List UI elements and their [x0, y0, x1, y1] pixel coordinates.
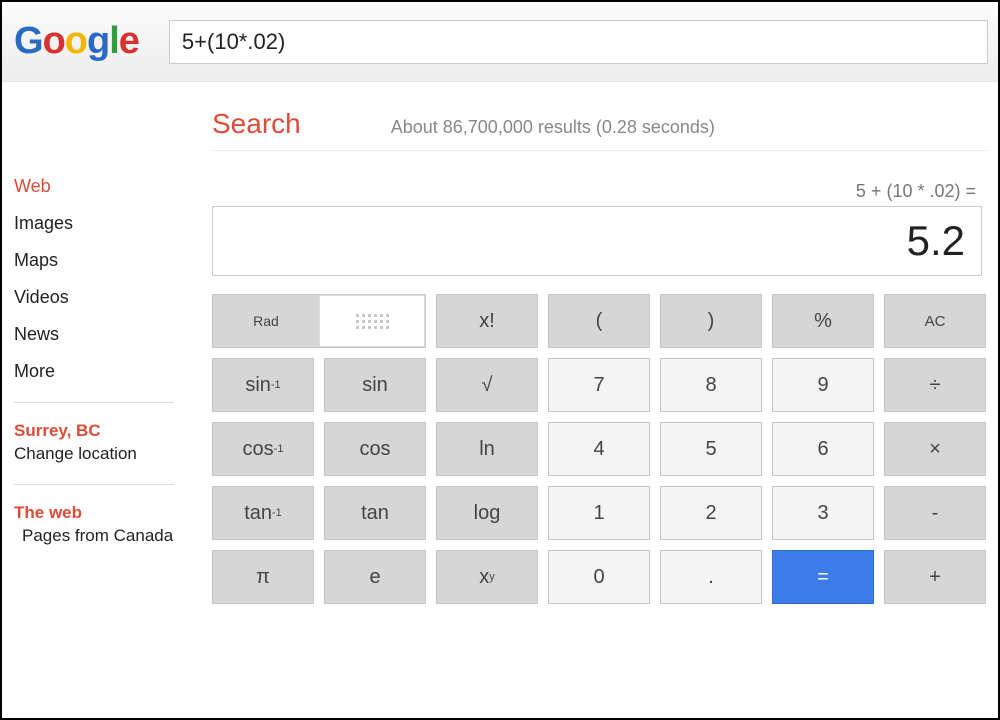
page-title: Search — [212, 108, 301, 140]
digit-2[interactable]: 2 — [660, 486, 762, 540]
equals-button[interactable]: = — [772, 550, 874, 604]
digit-8[interactable]: 8 — [660, 358, 762, 412]
digit-9[interactable]: 9 — [772, 358, 874, 412]
scope-sub[interactable]: Pages from Canada — [22, 526, 202, 546]
search-input[interactable] — [169, 20, 988, 64]
nav-images[interactable]: Images — [14, 213, 202, 234]
nav-news[interactable]: News — [14, 324, 202, 345]
calc-expression: 5 + (10 * .02) = — [212, 181, 982, 202]
e-button[interactable]: e — [324, 550, 426, 604]
factorial-button[interactable]: x! — [436, 294, 538, 348]
sin-button[interactable]: sin — [324, 358, 426, 412]
rad-deg-toggle[interactable]: Rad — [212, 294, 426, 348]
acos-button[interactable]: cos-1 — [212, 422, 314, 476]
log-button[interactable]: log — [436, 486, 538, 540]
ln-button[interactable]: ln — [436, 422, 538, 476]
result-stats: About 86,700,000 results (0.28 seconds) — [391, 117, 715, 138]
multiply-button[interactable]: × — [884, 422, 986, 476]
nav-more[interactable]: More — [14, 361, 202, 382]
lparen-button[interactable]: ( — [548, 294, 650, 348]
atan-button[interactable]: tan-1 — [212, 486, 314, 540]
add-button[interactable]: + — [884, 550, 986, 604]
rparen-button[interactable]: ) — [660, 294, 762, 348]
nav-videos[interactable]: Videos — [14, 287, 202, 308]
google-logo[interactable]: Google — [14, 20, 139, 63]
ac-button[interactable]: AC — [884, 294, 986, 348]
divide-button[interactable]: ÷ — [884, 358, 986, 412]
scope-title[interactable]: The web — [14, 503, 202, 523]
digit-0[interactable]: 0 — [548, 550, 650, 604]
digit-6[interactable]: 6 — [772, 422, 874, 476]
sqrt-button[interactable]: √ — [436, 358, 538, 412]
power-button[interactable]: xy — [436, 550, 538, 604]
digit-7[interactable]: 7 — [548, 358, 650, 412]
asin-button[interactable]: sin-1 — [212, 358, 314, 412]
change-location[interactable]: Change location — [14, 444, 202, 464]
calculator: 5 + (10 * .02) = 5.2 Rad x! ( ) % AC sin… — [212, 181, 982, 604]
subtract-button[interactable]: - — [884, 486, 986, 540]
nav-web[interactable]: Web — [14, 176, 202, 197]
digit-1[interactable]: 1 — [548, 486, 650, 540]
digit-5[interactable]: 5 — [660, 422, 762, 476]
nav: Web Images Maps Videos News More — [14, 176, 202, 382]
tan-button[interactable]: tan — [324, 486, 426, 540]
location-name[interactable]: Surrey, BC — [14, 421, 202, 441]
percent-button[interactable]: % — [772, 294, 874, 348]
pi-button[interactable]: π — [212, 550, 314, 604]
rad-label: Rad — [253, 313, 279, 329]
calc-display: 5.2 — [212, 206, 982, 276]
divider — [14, 402, 174, 403]
deg-dots-icon — [319, 295, 425, 347]
digit-4[interactable]: 4 — [548, 422, 650, 476]
sidebar: Web Images Maps Videos News More Surrey,… — [2, 82, 202, 604]
digit-3[interactable]: 3 — [772, 486, 874, 540]
divider — [14, 484, 174, 485]
cos-button[interactable]: cos — [324, 422, 426, 476]
nav-maps[interactable]: Maps — [14, 250, 202, 271]
decimal-button[interactable]: . — [660, 550, 762, 604]
top-bar: Google — [2, 2, 998, 82]
main: Search About 86,700,000 results (0.28 se… — [202, 82, 998, 604]
